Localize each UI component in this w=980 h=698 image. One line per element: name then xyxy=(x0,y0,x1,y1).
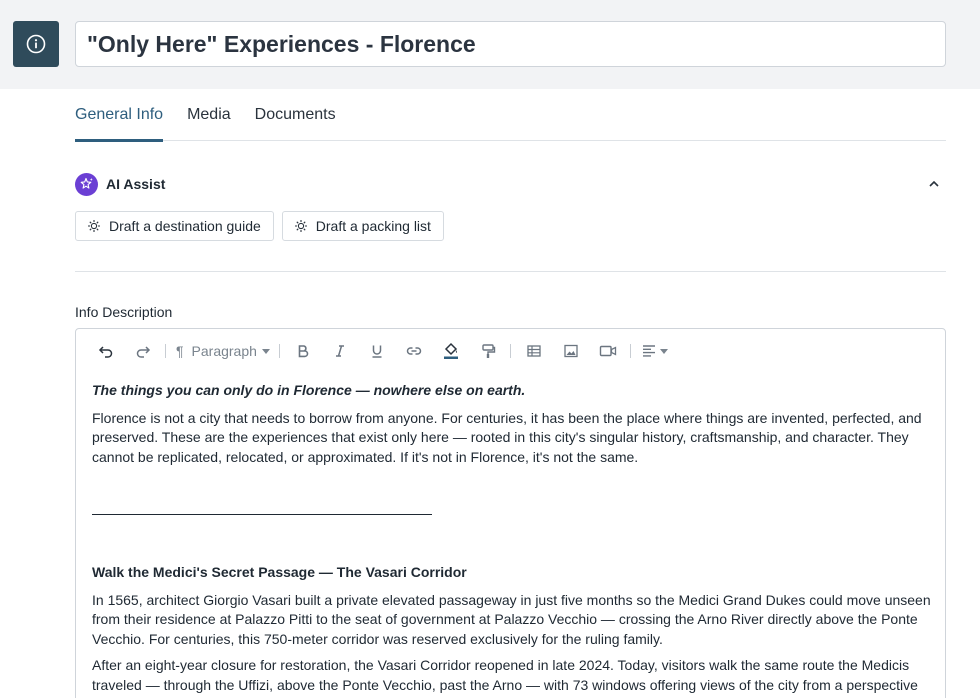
horizontal-rule xyxy=(92,514,432,515)
link-icon xyxy=(406,347,422,355)
align-icon xyxy=(642,345,655,357)
tab-label: General Info xyxy=(75,106,164,123)
paragraph-style-select[interactable]: ¶ Paragraph xyxy=(176,343,270,359)
info-button[interactable] xyxy=(13,21,59,67)
pilcrow-icon: ¶ xyxy=(176,343,184,359)
format-painter-icon xyxy=(482,344,496,358)
video-button[interactable] xyxy=(595,338,621,364)
tab-media[interactable]: Media xyxy=(187,98,231,141)
link-button[interactable] xyxy=(401,338,427,364)
caret-down-icon xyxy=(261,348,270,354)
ai-sparkle-icon xyxy=(75,172,98,196)
section-divider xyxy=(75,271,946,272)
rich-text-editor[interactable]: ¶ Paragraph The things you can only do i… xyxy=(75,328,946,698)
fill-color-icon xyxy=(443,342,458,359)
sparkle-icon xyxy=(294,220,307,232)
button-label: Draft a destination guide xyxy=(109,218,261,234)
section-heading: Walk the Medici's Secret Passage — The V… xyxy=(92,564,467,580)
button-label: Draft a packing list xyxy=(315,218,431,234)
tab-general-info[interactable]: General Info xyxy=(75,98,164,142)
format-painter-button[interactable] xyxy=(475,338,501,364)
editor-content[interactable]: The things you can only do in Florence —… xyxy=(92,381,934,698)
chevron-up-icon xyxy=(929,181,939,187)
info-description-label: Info Description xyxy=(75,304,173,320)
section-paragraph: After an eight-year closure for restorat… xyxy=(92,657,918,698)
italic-button[interactable] xyxy=(327,338,353,364)
tab-label: Media xyxy=(187,106,231,123)
draft-packing-list-button[interactable]: Draft a packing list xyxy=(281,211,444,241)
tab-bar: General Info Media Documents xyxy=(75,98,946,142)
video-icon xyxy=(599,345,617,357)
align-dropdown[interactable] xyxy=(641,343,668,359)
bold-icon xyxy=(298,345,309,358)
redo-icon xyxy=(136,346,151,358)
undo-button[interactable] xyxy=(93,338,119,364)
tab-documents[interactable]: Documents xyxy=(255,98,336,141)
underline-button[interactable] xyxy=(364,338,390,364)
redo-button[interactable] xyxy=(130,338,156,364)
table-icon xyxy=(527,345,541,357)
draft-destination-guide-button[interactable]: Draft a destination guide xyxy=(75,211,274,241)
section-paragraph: In 1565, architect Giorgio Vasari built … xyxy=(92,591,931,647)
info-icon xyxy=(26,34,46,54)
tab-label: Documents xyxy=(254,106,336,123)
underline-icon xyxy=(372,345,382,358)
lead-paragraph: The things you can only do in Florence —… xyxy=(92,382,526,398)
toolbar-separator xyxy=(165,344,166,358)
collapse-button[interactable] xyxy=(924,174,944,194)
caret-down-icon xyxy=(659,348,668,354)
title-input[interactable] xyxy=(75,21,946,67)
sparkle-icon xyxy=(88,220,100,232)
toolbar-separator xyxy=(629,344,631,358)
top-bar xyxy=(0,0,980,89)
ai-assist-title: AI Assist xyxy=(106,176,166,192)
undo-icon xyxy=(98,346,113,358)
toolbar-separator xyxy=(278,344,280,358)
ai-actions: Draft a destination guide Draft a packin… xyxy=(75,211,444,241)
bold-button[interactable] xyxy=(290,338,316,364)
editor-toolbar: ¶ Paragraph xyxy=(76,329,945,373)
paragraph-label: Paragraph xyxy=(191,343,257,359)
toolbar-separator xyxy=(509,344,511,358)
ai-assist-header: AI Assist xyxy=(75,172,946,196)
italic-icon xyxy=(335,345,344,357)
image-icon xyxy=(564,344,578,358)
table-button[interactable] xyxy=(521,338,547,364)
image-button[interactable] xyxy=(558,338,584,364)
fill-color-button[interactable] xyxy=(438,338,464,364)
intro-paragraph: Florence is not a city that needs to bor… xyxy=(92,409,922,465)
